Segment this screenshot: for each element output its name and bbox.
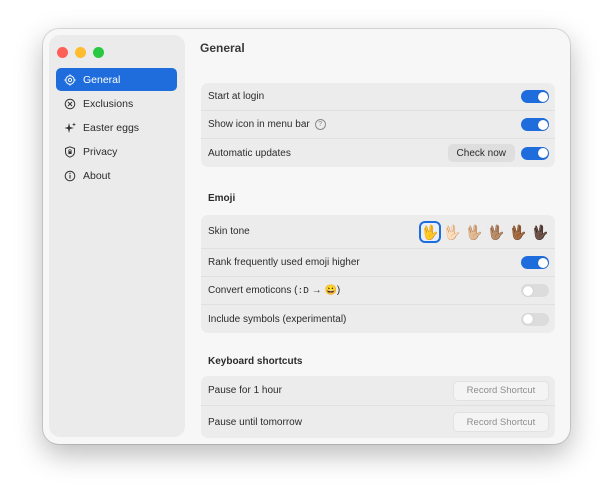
sidebar-item-general[interactable]: General [56,68,177,91]
sidebar-item-label: About [83,169,111,182]
skin-tone-medium[interactable]: 🖖🏽 [487,223,505,241]
minimize-window-button[interactable] [75,47,86,58]
info-icon [64,170,76,182]
convert-emoticons-toggle[interactable] [521,284,549,297]
emoji-group: Skin tone 🖖 🖖🏻 🖖🏼 🖖🏽 🖖🏾 🖖🏿 Rank frequent… [201,215,555,333]
sidebar-item-label: Easter eggs [83,121,140,134]
maximize-window-button[interactable] [93,47,104,58]
show-icon-toggle[interactable] [521,118,549,131]
help-icon[interactable]: ? [314,119,326,130]
pause-hour-label: Pause for 1 hour [208,385,282,396]
include-symbols-row: Include symbols (experimental) [201,305,555,333]
skin-tone-medium-dark[interactable]: 🖖🏾 [509,223,527,241]
skin-tone-medium-light[interactable]: 🖖🏼 [465,223,483,241]
rank-emoji-toggle[interactable] [521,256,549,269]
general-group: Start at login Show icon in menu bar? Au… [201,83,555,167]
shortcuts-group: Pause for 1 hour Record Shortcut Pause u… [201,376,555,438]
skin-tone-row: Skin tone 🖖 🖖🏻 🖖🏼 🖖🏽 🖖🏾 🖖🏿 [201,215,555,249]
preferences-window: General Exclusions Easter eggs Privacy A… [43,29,570,444]
include-symbols-toggle[interactable] [521,312,549,326]
sidebar-item-exclusions[interactable]: Exclusions [56,92,177,115]
convert-emoticons-label: Convert emoticons (:D → 😀) [208,285,341,296]
gear-icon [64,74,76,86]
emoji-section-title: Emoji [208,193,236,204]
skin-tone-dark[interactable]: 🖖🏿 [531,223,549,241]
skin-tone-picker: 🖖 🖖🏻 🖖🏼 🖖🏽 🖖🏾 🖖🏿 [419,220,549,243]
sparkle-icon [64,122,76,134]
sidebar: General Exclusions Easter eggs Privacy A… [49,35,185,437]
check-now-button[interactable]: Check now [447,144,515,162]
sidebar-nav: General Exclusions Easter eggs Privacy A… [56,68,177,188]
start-at-login-label: Start at login [208,91,265,102]
record-shortcut-pause-hour[interactable]: Record Shortcut [453,380,549,401]
convert-emoticons-row: Convert emoticons (:D → 😀) [201,277,555,305]
close-window-button[interactable] [57,47,68,58]
shortcuts-section-title: Keyboard shortcuts [208,356,303,367]
start-at-login-toggle[interactable] [521,90,549,103]
skin-tone-default[interactable]: 🖖 [419,220,441,243]
sidebar-item-label: General [83,73,121,86]
record-shortcut-pause-tomorrow[interactable]: Record Shortcut [453,412,549,432]
automatic-updates-label: Automatic updates [208,147,291,159]
shield-icon [64,145,76,158]
x-circle-icon [64,98,76,110]
automatic-updates-toggle[interactable] [521,146,549,160]
pause-hour-row: Pause for 1 hour Record Shortcut [201,376,555,406]
rank-emoji-row: Rank frequently used emoji higher [201,249,555,277]
skin-tone-label: Skin tone [208,226,250,237]
sidebar-item-easter-eggs[interactable]: Easter eggs [56,116,177,139]
automatic-updates-row: Automatic updates Check now [201,139,555,167]
start-at-login-row: Start at login [201,83,555,111]
include-symbols-label: Include symbols (experimental) [208,313,347,325]
pause-tomorrow-label: Pause until tomorrow [208,416,302,428]
rank-emoji-label: Rank frequently used emoji higher [208,257,360,268]
sidebar-item-about[interactable]: About [56,164,177,187]
sidebar-item-label: Privacy [83,145,118,158]
skin-tone-light[interactable]: 🖖🏻 [443,223,461,241]
sidebar-item-label: Exclusions [83,97,134,110]
page-title: General [200,41,245,55]
show-icon-row: Show icon in menu bar? [201,111,555,139]
sidebar-item-privacy[interactable]: Privacy [56,140,177,163]
settings-content: General Start at login Show icon in menu… [200,29,570,444]
pause-tomorrow-row: Pause until tomorrow Record Shortcut [201,406,555,438]
show-icon-label: Show icon in menu bar [208,119,310,130]
